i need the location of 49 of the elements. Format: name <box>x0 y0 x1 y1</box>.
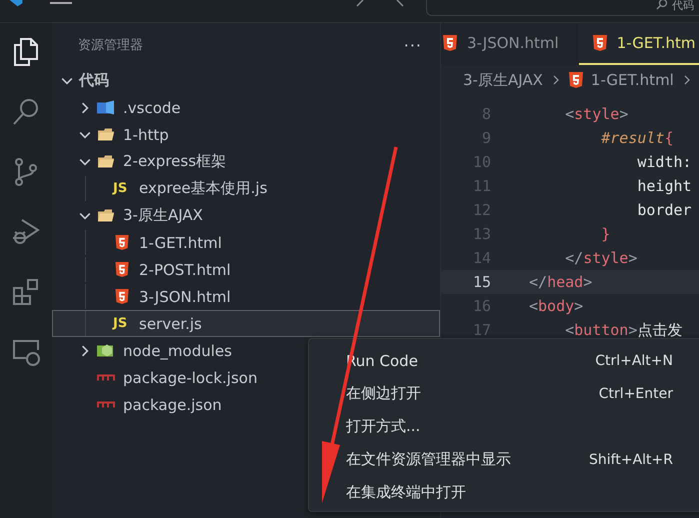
code-line: #result{ <box>600 129 674 147</box>
html5-icon <box>568 72 583 88</box>
command-center-field[interactable]: 代码 <box>426 0 699 16</box>
file-tree-item[interactable]: JS expree基本使用.js <box>52 175 440 202</box>
html5-icon <box>113 262 131 277</box>
code-line: <button>点击发 <box>564 320 682 340</box>
sidebar-title: 资源管理器 <box>78 37 143 54</box>
menu-item[interactable]: 打开方式... <box>309 410 699 443</box>
search-icon <box>656 0 668 11</box>
code-line: } <box>600 225 610 243</box>
chevron-icon <box>79 102 91 114</box>
html5-icon <box>113 235 131 250</box>
chevron-icon <box>682 75 692 85</box>
menu-item[interactable]: 在文件资源管理器中显示 Shift+Alt+R <box>309 443 699 476</box>
chevron-icon <box>550 75 561 85</box>
html5-icon <box>592 35 607 51</box>
file-tree-item[interactable]: 2-POST.html <box>52 256 440 283</box>
code-line: <body> <box>529 297 584 315</box>
js-file-icon: JS <box>113 316 131 331</box>
folder-icon <box>97 208 115 223</box>
folder-icon <box>97 127 115 142</box>
editor-tab[interactable]: 3-JSON.html <box>441 23 579 65</box>
breadcrumb-item[interactable]: 3-原生AJAX <box>463 70 543 90</box>
more-actions-button[interactable]: ··· <box>404 36 422 54</box>
folder-icon <box>97 343 115 358</box>
code-line: height <box>636 177 692 195</box>
code-line: </style> <box>564 249 638 267</box>
folder-icon <box>97 100 115 115</box>
code-line: </head> <box>529 273 592 291</box>
file-tree-item[interactable]: 1-GET.html <box>52 229 440 256</box>
code-line: border <box>636 201 692 219</box>
file-tree-item[interactable]: 3-原生AJAX <box>52 202 440 229</box>
menu-item[interactable]: 在集成终端中打开 <box>309 476 699 509</box>
line-number: 15 <box>472 273 492 291</box>
html5-icon <box>443 35 457 51</box>
file-tree-item[interactable]: 2-express框架 <box>52 148 440 175</box>
js-file-icon: JS <box>113 181 131 196</box>
code-line: width: <box>636 153 692 171</box>
file-tree-item[interactable]: JS server.js <box>52 310 440 337</box>
file-tree-item[interactable]: 3-JSON.html <box>52 283 440 310</box>
workspace-header[interactable]: 代码 <box>52 67 440 94</box>
chevron-icon <box>79 344 91 356</box>
breadcrumb-item[interactable]: 1-GET.html <box>590 71 674 89</box>
file-tree-item[interactable]: .vscode <box>52 94 440 121</box>
folder-icon <box>97 154 115 169</box>
html5-icon <box>113 289 131 304</box>
menu-item[interactable]: 在侧边打开 Ctrl+Enter <box>309 377 699 410</box>
code-line: <style> <box>564 105 628 123</box>
file-tree-item[interactable]: 1-http <box>52 121 440 148</box>
